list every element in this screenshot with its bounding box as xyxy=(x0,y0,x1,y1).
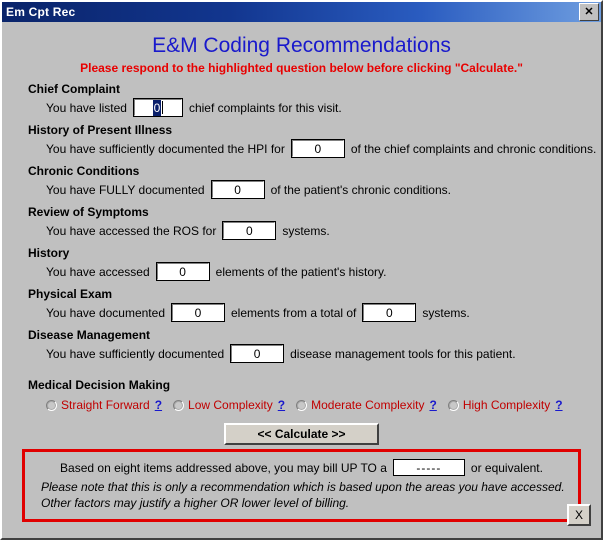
section-chief-complaint: Chief Complaint You have listed 0 chief … xyxy=(2,82,601,117)
recommendation-pre-text: Based on eight items addressed above, yo… xyxy=(60,460,387,475)
row-pre-text: You have accessed the ROS for xyxy=(46,223,217,238)
help-icon-low-complexity[interactable]: ? xyxy=(278,398,285,412)
section-row: You have accessed 0 elements of the pati… xyxy=(46,262,601,281)
calculate-button-row: << Calculate >> xyxy=(2,423,601,445)
row-post-text: systems. xyxy=(282,223,330,238)
radio-icon[interactable] xyxy=(173,399,185,411)
chief-complaint-count-input[interactable]: 0 xyxy=(132,98,183,117)
help-icon-straight-forward[interactable]: ? xyxy=(155,398,162,412)
row-pre-text: You have documented xyxy=(46,305,165,320)
row-post-text: chief complaints for this visit. xyxy=(188,100,342,115)
radio-option-low-complexity[interactable]: Low Complexity ? xyxy=(173,398,285,412)
radio-option-straight-forward[interactable]: Straight Forward ? xyxy=(46,398,162,412)
section-row: You have FULLY documented 0 of the patie… xyxy=(46,180,601,199)
row-post-text: systems. xyxy=(422,305,470,320)
row-pre-text: You have sufficiently documented the HPI… xyxy=(46,141,285,156)
radio-label: High Complexity xyxy=(462,398,551,412)
recommendation-post-text: or equivalent. xyxy=(470,460,543,475)
radio-icon[interactable] xyxy=(447,399,459,411)
calculate-button[interactable]: << Calculate >> xyxy=(224,423,379,445)
section-chronic-conditions: Chronic Conditions You have FULLY docume… xyxy=(2,164,601,199)
section-heading: Physical Exam xyxy=(28,287,113,301)
row-pre-text: You have listed xyxy=(46,100,127,115)
recommended-code-field: ----- xyxy=(392,459,465,476)
row-pre-text: You have accessed xyxy=(46,264,150,279)
row-post-text: of the chief complaints and chronic cond… xyxy=(350,141,597,156)
radio-option-moderate-complexity[interactable]: Moderate Complexity ? xyxy=(296,398,437,412)
section-disease-management: Disease Management You have sufficiently… xyxy=(2,328,601,363)
radio-label: Moderate Complexity xyxy=(311,398,425,412)
section-row: You have documented 0 elements from a to… xyxy=(46,303,601,322)
section-heading: History xyxy=(28,246,70,260)
row-post-text: of the patient's chronic conditions. xyxy=(270,182,451,197)
title-bar: Em Cpt Rec ✕ xyxy=(2,2,601,22)
page-subtitle: Please respond to the highlighted questi… xyxy=(80,61,523,75)
radio-icon[interactable] xyxy=(46,399,57,411)
row-pre-text: You have FULLY documented xyxy=(46,182,205,197)
text-caret xyxy=(162,101,164,114)
section-history-of-present-illness: History of Present Illness You have suff… xyxy=(2,123,601,158)
hpi-count-input[interactable]: 0 xyxy=(290,139,345,158)
radio-label: Straight Forward xyxy=(61,398,150,412)
window-client-area: E&M Coding Recommendations Please respon… xyxy=(2,22,601,538)
page-title: E&M Coding Recommendations xyxy=(152,34,451,57)
section-row: You have listed 0 chief complaints for t… xyxy=(46,98,601,117)
disease-management-count-input[interactable]: 0 xyxy=(230,344,285,363)
physical-exam-elements-input[interactable]: 0 xyxy=(171,303,225,322)
app-window: Em Cpt Rec ✕ E&M Coding Recommendations … xyxy=(0,0,603,540)
section-physical-exam: Physical Exam You have documented 0 elem… xyxy=(2,287,601,322)
window-title: Em Cpt Rec xyxy=(6,5,76,19)
radio-label: Low Complexity xyxy=(188,398,273,412)
section-heading: History of Present Illness xyxy=(28,123,173,137)
section-review-of-symptoms: Review of Symptoms You have accessed the… xyxy=(2,205,601,240)
row-mid-text: elements from a total of xyxy=(231,305,357,320)
radio-icon[interactable] xyxy=(296,399,308,411)
history-count-input[interactable]: 0 xyxy=(155,262,210,281)
section-heading: Chronic Conditions xyxy=(28,164,140,178)
section-history: History You have accessed 0 elements of … xyxy=(2,246,601,281)
section-row: You have accessed the ROS for 0 systems. xyxy=(46,221,601,240)
section-row: You have sufficiently documented the HPI… xyxy=(46,139,601,158)
section-heading: Review of Symptoms xyxy=(28,205,149,219)
medical-decision-making-heading: Medical Decision Making xyxy=(28,378,171,392)
recommendation-line: Based on eight items addressed above, yo… xyxy=(35,459,568,476)
ros-count-input[interactable]: 0 xyxy=(222,221,277,240)
help-icon-moderate-complexity[interactable]: ? xyxy=(429,398,436,412)
medical-decision-making-options: Straight Forward ? Low Complexity ? Mode… xyxy=(46,398,601,412)
row-post-text: disease management tools for this patien… xyxy=(290,346,516,361)
section-heading: Disease Management xyxy=(28,328,151,342)
recommendation-note-line-2: Other factors may justify a higher OR lo… xyxy=(41,496,350,510)
close-icon[interactable]: ✕ xyxy=(579,3,599,21)
radio-option-high-complexity[interactable]: High Complexity ? xyxy=(447,398,563,412)
recommendation-note-line-1: Please note that this is only a recommen… xyxy=(41,480,565,494)
close-button[interactable]: X xyxy=(567,504,591,526)
chief-complaint-count-value: 0 xyxy=(152,99,162,116)
section-row: You have sufficiently documented 0 disea… xyxy=(46,344,601,363)
row-post-text: elements of the patient's history. xyxy=(215,264,387,279)
section-heading: Chief Complaint xyxy=(28,82,120,96)
recommendation-box: Based on eight items addressed above, yo… xyxy=(22,449,581,522)
help-icon-high-complexity[interactable]: ? xyxy=(555,398,562,412)
physical-exam-systems-input[interactable]: 0 xyxy=(362,303,417,322)
chronic-conditions-count-input[interactable]: 0 xyxy=(210,180,265,199)
row-pre-text: You have sufficiently documented xyxy=(46,346,225,361)
